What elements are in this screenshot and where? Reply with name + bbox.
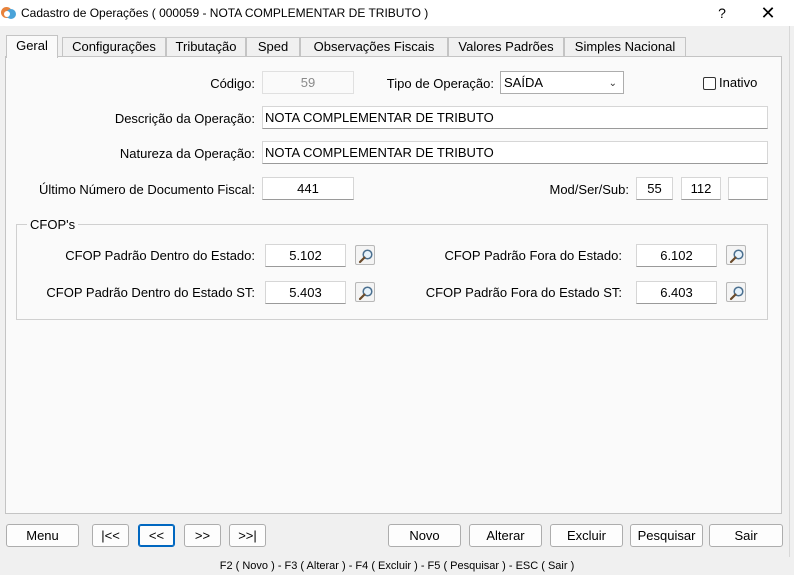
shortcut-status-bar: F2 ( Novo ) - F3 ( Alterar ) - F4 ( Excl… <box>219 560 575 572</box>
ser-field[interactable]: 112 <box>681 177 721 200</box>
cfop-dentro-st-search-button[interactable] <box>355 282 375 302</box>
window-edge <box>789 26 790 557</box>
first-record-button[interactable]: |<< <box>92 524 129 547</box>
cfop-dentro-field[interactable]: 5.102 <box>265 244 346 267</box>
sub-field[interactable] <box>728 177 768 200</box>
cfop-fora-field[interactable]: 6.102 <box>636 244 717 267</box>
cfop-dentro-st-field[interactable]: 5.403 <box>265 281 346 304</box>
magnifier-icon <box>358 249 373 264</box>
codigo-label: Código: <box>210 76 255 91</box>
last-record-button[interactable]: >>| <box>229 524 266 547</box>
novo-button[interactable]: Novo <box>388 524 461 547</box>
tipo-operacao-label: Tipo de Operação: <box>386 76 494 91</box>
magnifier-icon <box>729 249 744 264</box>
descricao-label: Descrição da Operação: <box>114 111 255 126</box>
natureza-label: Natureza da Operação: <box>119 146 255 161</box>
chevron-down-icon: ⌄ <box>608 78 617 89</box>
alterar-button[interactable]: Alterar <box>469 524 542 547</box>
tab-valores-padroes[interactable]: Valores Padrões <box>448 37 564 57</box>
cfop-fora-st-field[interactable]: 6.403 <box>636 281 717 304</box>
cfop-fora-st-search-button[interactable] <box>726 282 746 302</box>
sair-button[interactable]: Sair <box>709 524 783 547</box>
codigo-field[interactable]: 59 <box>262 71 354 94</box>
natureza-field[interactable]: NOTA COMPLEMENTAR DE TRIBUTO <box>262 141 768 164</box>
tab-observacoes-fiscais[interactable]: Observações Fiscais <box>300 37 448 57</box>
window-title: Cadastro de Operações ( 000059 - NOTA CO… <box>21 6 429 20</box>
cfop-group-title: CFOP's <box>27 217 79 232</box>
magnifier-icon <box>358 286 373 301</box>
help-button[interactable]: ? <box>702 0 742 26</box>
tab-sped[interactable]: Sped <box>246 37 300 57</box>
magnifier-icon <box>729 286 744 301</box>
tab-configuracoes[interactable]: Configurações <box>62 37 166 57</box>
menu-button[interactable]: Menu <box>6 524 79 547</box>
mod-ser-sub-label: Mod/Ser/Sub: <box>549 182 630 197</box>
cfop-fora-search-button[interactable] <box>726 245 746 265</box>
tab-tributacao[interactable]: Tributação <box>166 37 246 57</box>
title-bar: Cadastro de Operações ( 000059 - NOTA CO… <box>0 0 794 26</box>
cfop-dentro-label: CFOP Padrão Dentro do Estado: <box>65 248 255 263</box>
tab-geral[interactable]: Geral <box>6 35 58 58</box>
pesquisar-button[interactable]: Pesquisar <box>630 524 703 547</box>
close-button[interactable]: ✕ <box>748 0 788 26</box>
cfop-fora-label: CFOP Padrão Fora do Estado: <box>444 248 622 263</box>
inativo-checkbox[interactable] <box>703 77 716 90</box>
next-record-button[interactable]: >> <box>184 524 221 547</box>
cfop-fora-st-label: CFOP Padrão Fora do Estado ST: <box>425 285 622 300</box>
cfop-dentro-st-label: CFOP Padrão Dentro do Estado ST: <box>46 285 255 300</box>
ultimo-numero-field[interactable]: 441 <box>262 177 354 200</box>
tipo-operacao-select[interactable]: SAÍDA ⌄ <box>500 71 624 94</box>
previous-record-button[interactable]: << <box>138 524 175 547</box>
descricao-field[interactable]: NOTA COMPLEMENTAR DE TRIBUTO <box>262 106 768 129</box>
cfop-dentro-search-button[interactable] <box>355 245 375 265</box>
cfop-group <box>16 224 768 320</box>
excluir-button[interactable]: Excluir <box>550 524 623 547</box>
ultimo-numero-label: Último Número de Documento Fiscal: <box>38 182 255 197</box>
inativo-label: Inativo <box>719 75 758 90</box>
tab-simples-nacional[interactable]: Simples Nacional <box>564 37 686 57</box>
tipo-operacao-value: SAÍDA <box>504 75 544 90</box>
app-icon <box>1 5 17 21</box>
mod-field[interactable]: 55 <box>636 177 673 200</box>
